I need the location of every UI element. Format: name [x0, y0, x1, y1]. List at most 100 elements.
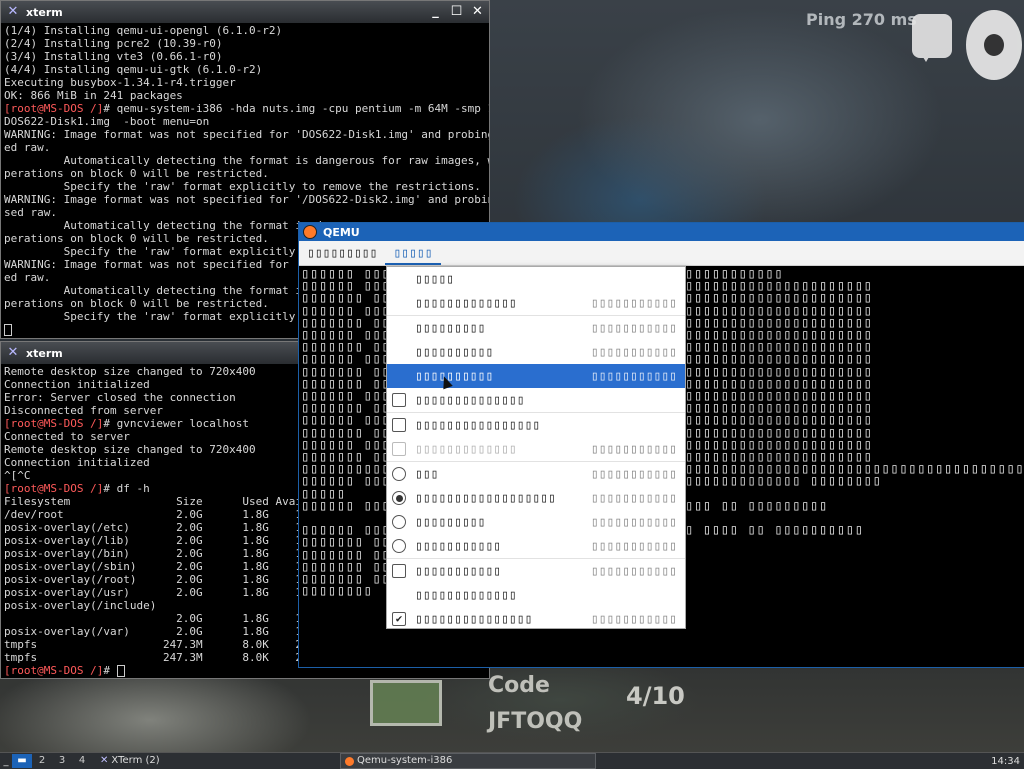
qemu-logo-icon — [303, 225, 317, 239]
menu-item[interactable]: ▯▯▯▯▯▯▯▯▯▯▯ ▯▯▯▯▯▯▯▯▯▯▯ — [387, 558, 685, 583]
menu-item[interactable]: ▯▯▯▯▯▯▯▯▯▯ ▯▯▯▯▯▯▯▯▯▯▯ — [387, 364, 685, 388]
clock: 14:34 — [991, 755, 1020, 767]
ping-readout: Ping 270 ms — [806, 10, 917, 29]
game-count: 4/10 — [626, 682, 685, 710]
terminal-line: [root@MS-DOS /]# qemu-system-i386 -hda n… — [4, 102, 489, 115]
workspace-3-button[interactable]: 3 — [52, 754, 72, 768]
terminal-line: WARNING: Image format was not specified … — [4, 128, 489, 141]
menu-item-shortcut: ▯▯▯▯▯▯▯▯▯▯▯ — [590, 344, 677, 360]
menu-spacer — [392, 588, 406, 602]
game-button — [370, 680, 442, 726]
terminal-text: /dev/root 2.0G 1.8G 154. — [4, 508, 322, 521]
menu-spacer — [392, 321, 406, 335]
terminal-text: Specify the 'raw' format explicitly to r — [4, 310, 329, 323]
terminal-text: ^[^C — [4, 469, 31, 482]
cursor-icon — [4, 324, 12, 336]
menu-item[interactable]: ✔ ▯▯▯▯▯▯▯▯▯▯▯▯▯▯▯ ▯▯▯▯▯▯▯▯▯▯▯ — [387, 607, 685, 631]
terminal-text: perations on block 0 will be restricted. — [4, 232, 269, 245]
x-logo-icon: ✕ — [7, 4, 19, 19]
terminal-text: posix-overlay(/bin) 2.0G 1.8G 154. — [4, 547, 322, 560]
start-button[interactable]: _ — [0, 756, 12, 767]
menu-item[interactable]: ▯▯▯▯▯ — [387, 267, 685, 291]
checkbox-icon — [392, 393, 406, 407]
workspace-1-button[interactable]: ▬ — [12, 754, 32, 768]
terminal-text: posix-overlay(/root) 2.0G 1.8G 154. — [4, 573, 322, 586]
menu-item-label: ▯▯▯▯▯▯▯▯▯▯▯▯▯ — [415, 587, 517, 603]
menu-item[interactable]: ▯▯▯▯▯▯▯▯▯ ▯▯▯▯▯▯▯▯▯▯▯ — [387, 315, 685, 340]
menu-item[interactable]: ▯▯▯▯▯▯▯▯▯▯▯▯▯ ▯▯▯▯▯▯▯▯▯▯▯ — [387, 291, 685, 315]
menu-item[interactable]: ▯▯▯▯▯▯▯▯▯▯▯ ▯▯▯▯▯▯▯▯▯▯▯ — [387, 534, 685, 558]
task-label: Qemu-system-i386 — [357, 755, 453, 766]
radio-icon — [392, 539, 406, 553]
checkbox-icon — [392, 418, 406, 432]
task-qemu[interactable]: Qemu-system-i386 — [340, 753, 596, 769]
minimize-button[interactable]: _ — [428, 4, 443, 19]
menu-item-shortcut: ▯▯▯▯▯▯▯▯▯▯▯ — [590, 368, 677, 384]
menu-item[interactable]: ▯▯▯▯▯▯▯▯▯▯ ▯▯▯▯▯▯▯▯▯▯▯ — [387, 340, 685, 364]
menu-item-shortcut: ▯▯▯▯▯▯▯▯▯▯▯ — [590, 514, 677, 530]
qemu-titlebar[interactable]: QEMU — [299, 223, 1024, 241]
terminal-line: Specify the 'raw' format explicitly to r… — [4, 180, 486, 193]
chat-icon — [912, 14, 952, 62]
cursor-icon — [116, 665, 125, 677]
menu-item[interactable]: ▯▯▯▯▯▯▯▯▯▯▯▯▯▯ — [387, 461, 685, 486]
radio-icon — [392, 467, 406, 481]
maximize-button[interactable]: ☐ — [449, 4, 464, 19]
terminal-text: ed raw. — [4, 271, 51, 284]
checkbox-icon: ✔ — [392, 612, 406, 626]
terminal-text: sed raw. — [4, 206, 57, 219]
terminal-text: Filesystem Size Used Availabl — [4, 495, 329, 508]
window-title: xterm — [26, 346, 63, 360]
terminal-line: (1/4) Installing qemu-ui-opengl (6.1.0-r… — [4, 24, 486, 37]
terminal-text: perations on block 0 will be restricted. — [4, 167, 269, 180]
terminal-text: Remote desktop size changed to 720x400 — [4, 365, 256, 378]
workspace-2-button[interactable]: 2 — [32, 754, 52, 768]
terminal-text: Connection initialized — [4, 378, 150, 391]
terminal-text: # qemu-system-i386 -hda nuts.img -cpu pe… — [103, 102, 489, 115]
terminal-line: perations on block 0 will be restricted. — [4, 167, 486, 180]
game-code-label: Code — [488, 673, 550, 698]
menu-item[interactable]: ▯▯▯▯▯▯▯▯▯ ▯▯▯▯▯▯▯▯▯▯▯ — [387, 510, 685, 534]
taskbar: _ ▬ 2 3 4 ✕ XTerm (2) Qemu-system-i386 1… — [0, 752, 1024, 769]
terminal-text: posix-overlay(/lib) 2.0G 1.8G 154. — [4, 534, 322, 547]
terminal-text: Remote desktop size changed to 720x400 — [4, 443, 256, 456]
menu-machine[interactable]: ▯▯▯▯▯▯▯▯▯ — [299, 246, 385, 265]
xterm-titlebar[interactable]: ✕ xterm _ ☐ ✕ — [1, 1, 489, 23]
terminal-text: Automatically detecting the format is da — [4, 219, 329, 232]
terminal-text: tmpfs 247.3M 8.0K 247. — [4, 638, 322, 651]
menu-item-shortcut: ▯▯▯▯▯▯▯▯▯▯▯ — [590, 538, 677, 554]
terminal-line: DOS622-Disk1.img -boot menu=on — [4, 115, 486, 128]
terminal-text: posix-overlay(/usr) 2.0G 1.8G 154. — [4, 586, 322, 599]
menu-item-label: ▯▯▯▯▯▯▯▯▯▯▯▯▯▯▯▯ — [415, 417, 541, 433]
close-button[interactable]: ✕ — [470, 4, 485, 19]
workspace-4-button[interactable]: 4 — [72, 754, 92, 768]
terminal-text: Executing busybox-1.34.1-r4.trigger — [4, 76, 236, 89]
menu-item-shortcut: ▯▯▯▯▯▯▯▯▯▯▯ — [590, 563, 677, 579]
menu-item[interactable]: ▯▯▯▯▯▯▯▯▯▯▯▯▯ — [387, 583, 685, 607]
terminal-text: perations on block 0 will be restricted. — [4, 297, 269, 310]
terminal-text: posix-overlay(/var) 2.0G 1.8G 154. — [4, 625, 322, 638]
menu-item[interactable]: ▯▯▯▯▯▯▯▯▯▯▯▯▯▯▯▯▯▯ ▯▯▯▯▯▯▯▯▯▯▯ — [387, 486, 685, 510]
terminal-line: (2/4) Installing pcre2 (10.39-r0) — [4, 37, 486, 50]
gear-icon — [966, 10, 1022, 80]
terminal-text: WARNING: Image format was not specified … — [4, 258, 322, 271]
menu-item-shortcut: ▯▯▯▯▯▯▯▯▯▯▯ — [590, 466, 677, 482]
menu-item[interactable]: ▯▯▯▯▯▯▯▯▯▯▯▯▯▯▯▯ — [387, 412, 685, 437]
task-xterm[interactable]: ✕ XTerm (2) — [96, 754, 336, 768]
menu-item[interactable]: ▯▯▯▯▯▯▯▯▯▯▯▯▯▯ — [387, 388, 685, 412]
terminal-text: Connected to server — [4, 430, 130, 443]
menu-view[interactable]: ▯▯▯▯▯ — [385, 246, 441, 265]
terminal-line: OK: 866 MiB in 241 packages — [4, 89, 486, 102]
terminal-line: ed raw. — [4, 141, 486, 154]
menu-item-shortcut: ▯▯▯▯▯▯▯▯▯▯▯ — [590, 295, 677, 311]
checkbox-icon — [392, 442, 406, 456]
terminal-line: Automatically detecting the format is da… — [4, 154, 489, 167]
terminal-text: Automatically detecting the format is da — [4, 284, 329, 297]
terminal-line: Executing busybox-1.34.1-r4.trigger — [4, 76, 486, 89]
terminal-text: WARNING: Image format was not specified … — [4, 193, 489, 206]
window-title: QEMU — [323, 225, 360, 239]
menu-spacer — [392, 296, 406, 310]
view-menu-dropdown: ▯▯▯▯▯ ▯▯▯▯▯▯▯▯▯▯▯▯▯ ▯▯▯▯▯▯▯▯▯▯▯ ▯▯▯▯▯▯▯▯▯ ▯▯… — [386, 266, 686, 629]
menu-item-shortcut: ▯▯▯▯▯▯▯▯▯▯▯ — [590, 490, 677, 506]
window-title: xterm — [26, 5, 63, 19]
